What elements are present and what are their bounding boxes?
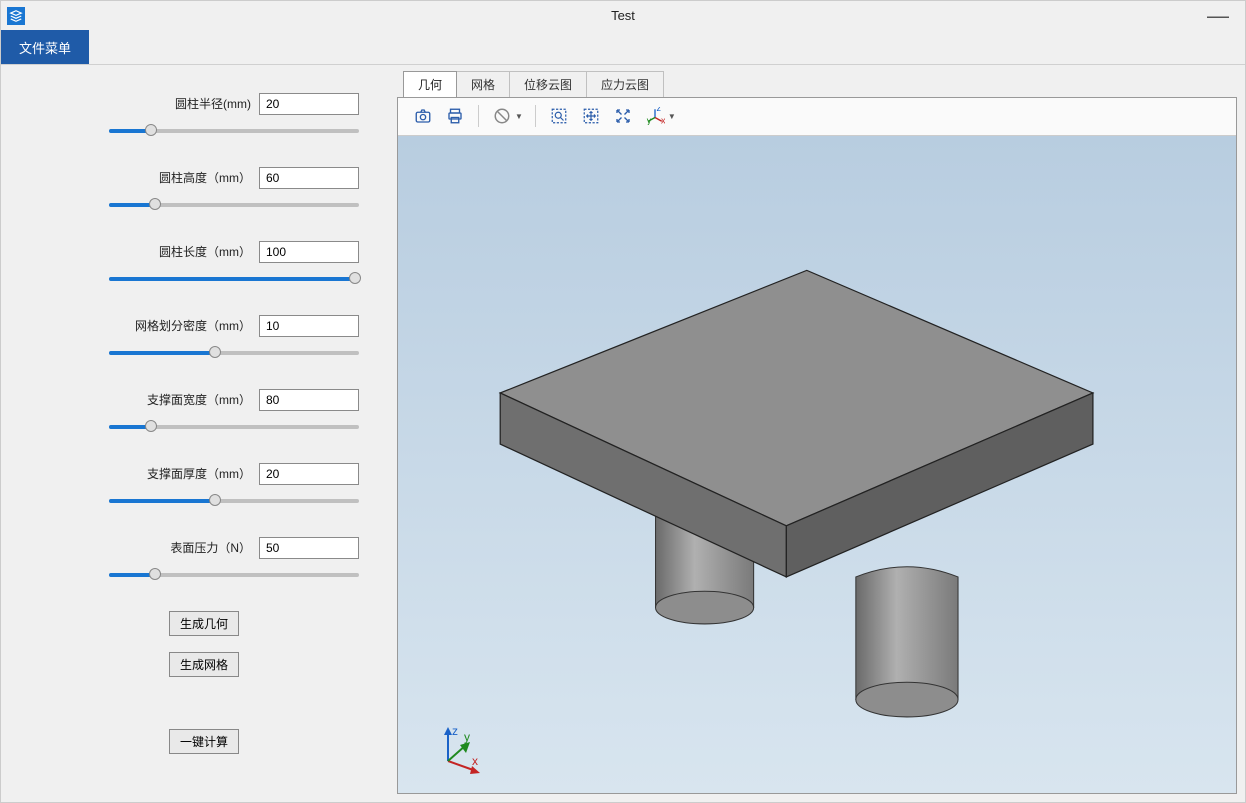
param-sup-t-label: 支撑面厚度（mm）	[147, 465, 251, 482]
view-panel: ▼ zxy ▼	[397, 97, 1237, 794]
param-sup-w-input[interactable]	[259, 389, 359, 411]
param-pressure: 表面压力（N）	[49, 537, 359, 583]
caret-down-icon: ▼	[668, 112, 680, 121]
slab	[500, 270, 1093, 577]
view-area: 几何 网格 位移云图 应力云图	[397, 73, 1237, 794]
param-height-input[interactable]	[259, 167, 359, 189]
window-title: Test	[611, 8, 635, 23]
param-mesh: 网格划分密度（mm）	[49, 315, 359, 361]
tab-stress[interactable]: 应力云图	[586, 71, 664, 97]
pan-icon[interactable]	[576, 102, 606, 130]
svg-text:z: z	[452, 725, 458, 738]
svg-text:y: y	[464, 730, 470, 744]
param-mesh-input[interactable]	[259, 315, 359, 337]
app-window: Test — 文件菜单 圆柱半径(mm) 圆柱高度（mm）	[0, 0, 1246, 803]
param-height-slider[interactable]	[49, 197, 359, 213]
param-height: 圆柱高度（mm）	[49, 167, 359, 213]
model-render	[398, 136, 1236, 793]
titlebar: Test —	[1, 1, 1245, 30]
file-menu[interactable]: 文件菜单	[1, 30, 89, 64]
param-sup-w-slider[interactable]	[49, 419, 359, 435]
zoom-area-icon[interactable]	[544, 102, 574, 130]
disable-icon	[487, 102, 517, 130]
view-toolbar: ▼ zxy ▼	[398, 98, 1236, 136]
param-sup-w-label: 支撑面宽度（mm）	[147, 391, 251, 408]
param-height-label: 圆柱高度（mm）	[159, 169, 251, 186]
cylinder-right	[856, 567, 958, 717]
screenshot-icon[interactable]	[408, 102, 438, 130]
fit-icon[interactable]	[608, 102, 638, 130]
generate-mesh-button[interactable]: 生成网格	[169, 652, 239, 677]
caret-down-icon: ▼	[515, 112, 527, 121]
param-radius-label: 圆柱半径(mm)	[175, 95, 251, 112]
svg-text:x: x	[472, 754, 478, 768]
axis-triad: z x y	[434, 725, 474, 765]
param-length-label: 圆柱长度（mm）	[159, 243, 251, 260]
minimize-button[interactable]: —	[1197, 9, 1239, 23]
param-mesh-label: 网格划分密度（mm）	[135, 317, 251, 334]
param-sup-t-input[interactable]	[259, 463, 359, 485]
tabs: 几何 网格 位移云图 应力云图	[397, 73, 1237, 97]
svg-text:y: y	[647, 116, 652, 126]
axes-icon: zxy	[640, 102, 670, 130]
param-sup-t: 支撑面厚度（mm）	[49, 463, 359, 509]
generate-geometry-button[interactable]: 生成几何	[169, 611, 239, 636]
param-length-slider[interactable]	[49, 271, 359, 287]
content: 圆柱半径(mm) 圆柱高度（mm）	[1, 65, 1245, 802]
param-pressure-label: 表面压力（N）	[170, 539, 251, 556]
param-length: 圆柱长度（mm）	[49, 241, 359, 287]
sidebar: 圆柱半径(mm) 圆柱高度（mm）	[9, 73, 389, 794]
param-radius-slider[interactable]	[49, 123, 359, 139]
param-sup-t-slider[interactable]	[49, 493, 359, 509]
param-radius-input[interactable]	[259, 93, 359, 115]
param-pressure-slider[interactable]	[49, 567, 359, 583]
param-sup-w: 支撑面宽度（mm）	[49, 389, 359, 435]
menubar: 文件菜单	[1, 30, 1245, 65]
calculate-button[interactable]: 一键计算	[169, 729, 239, 754]
tab-displacement[interactable]: 位移云图	[509, 71, 587, 97]
button-group: 生成几何 生成网格 一键计算	[49, 611, 359, 754]
tab-mesh[interactable]: 网格	[456, 71, 510, 97]
3d-viewport[interactable]: z x y	[398, 136, 1236, 793]
print-icon[interactable]	[440, 102, 470, 130]
param-pressure-input[interactable]	[259, 537, 359, 559]
param-mesh-slider[interactable]	[49, 345, 359, 361]
svg-text:x: x	[661, 116, 665, 126]
disable-dropdown[interactable]: ▼	[487, 102, 527, 130]
app-icon	[7, 7, 25, 25]
axes-dropdown[interactable]: zxy ▼	[640, 102, 680, 130]
param-radius: 圆柱半径(mm)	[49, 93, 359, 139]
svg-text:z: z	[656, 107, 661, 113]
param-length-input[interactable]	[259, 241, 359, 263]
tab-geometry[interactable]: 几何	[403, 71, 457, 97]
